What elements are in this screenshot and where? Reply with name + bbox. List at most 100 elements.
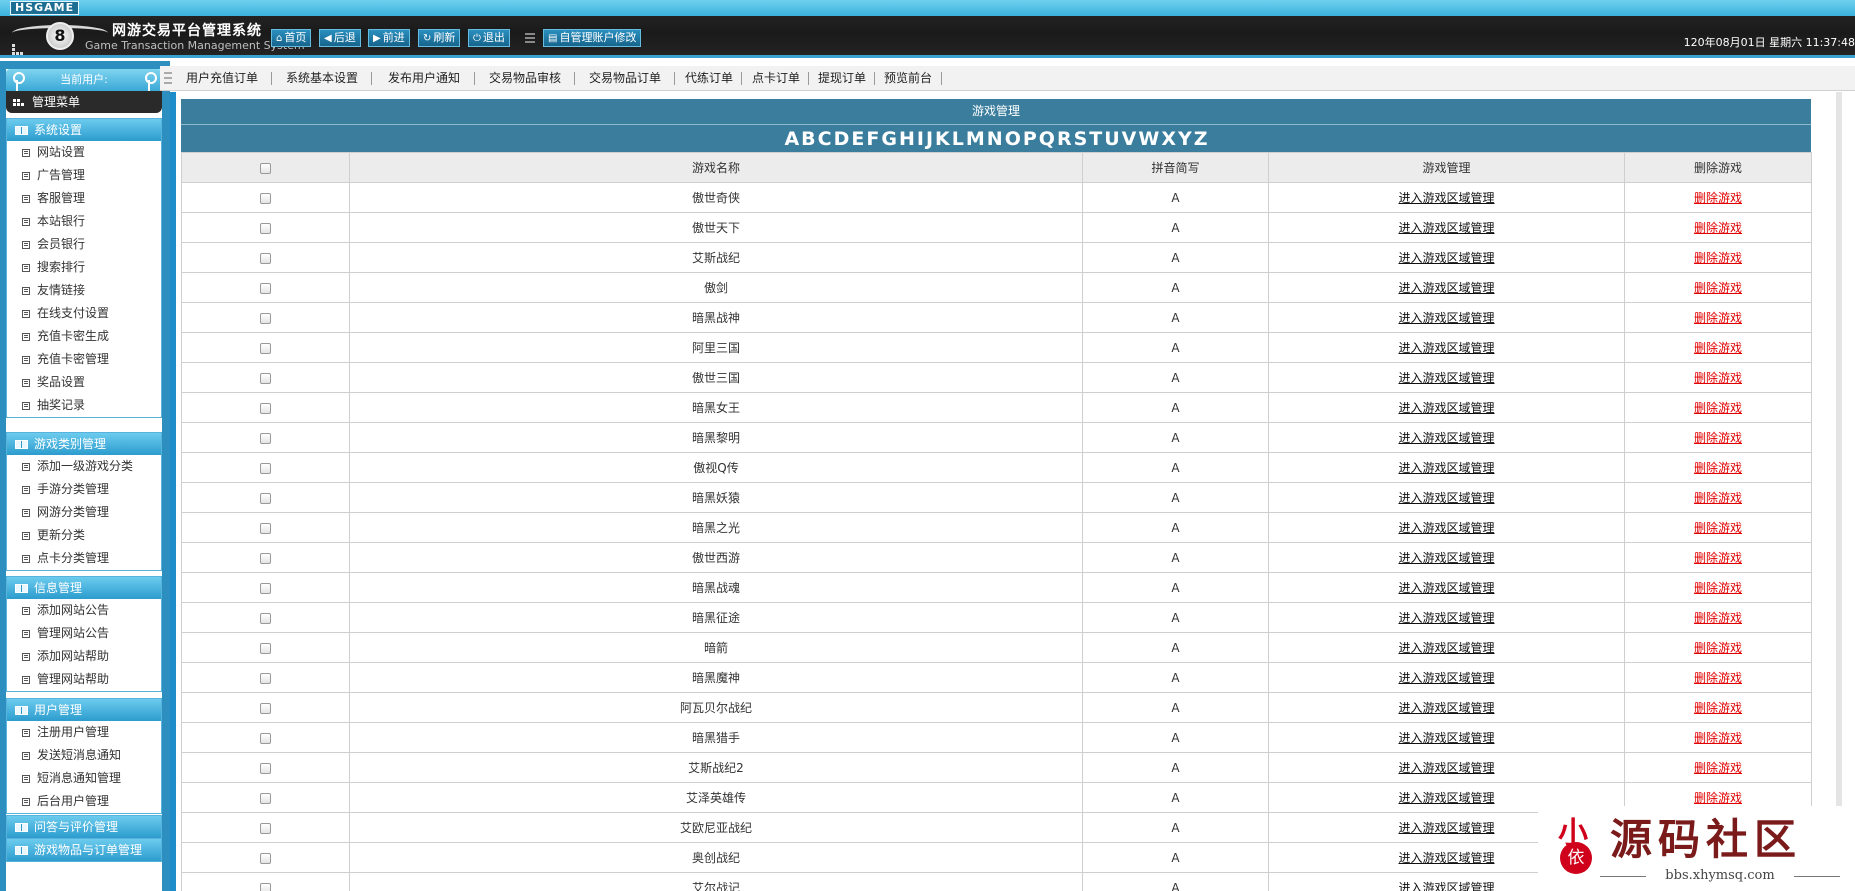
row-checkbox[interactable] (260, 852, 271, 864)
sidebar-item-manage-help[interactable]: 管理网站帮助 (7, 668, 161, 691)
manage-region-link[interactable]: 进入游戏区域管理 (1398, 881, 1494, 891)
tab-publish-notice[interactable]: 发布用户通知 (388, 66, 460, 90)
group-head-game-category[interactable]: 游戏类别管理 (7, 433, 161, 455)
row-checkbox[interactable] (260, 642, 271, 654)
alphabet-letter-b[interactable]: B (800, 128, 816, 150)
sidebar-item-site-bank[interactable]: 本站银行 (7, 210, 161, 233)
sidebar-item-registered-users[interactable]: 注册用户管理 (7, 721, 161, 744)
row-checkbox[interactable] (260, 732, 271, 744)
sidebar-item-add-notice[interactable]: 添加网站公告 (7, 599, 161, 622)
row-checkbox[interactable] (260, 492, 271, 504)
manage-region-link[interactable]: 进入游戏区域管理 (1398, 521, 1494, 535)
alphabet-letter-o[interactable]: O (1004, 128, 1022, 150)
forward-button[interactable]: ▶ 前进 (368, 29, 410, 47)
row-checkbox[interactable] (260, 402, 271, 414)
row-checkbox[interactable] (260, 582, 271, 594)
manage-region-link[interactable]: 进入游戏区域管理 (1398, 671, 1494, 685)
manage-region-link[interactable]: 进入游戏区域管理 (1398, 461, 1494, 475)
manage-region-link[interactable]: 进入游戏区域管理 (1398, 611, 1494, 625)
alphabet-letter-e[interactable]: E (850, 128, 865, 150)
delete-game-link[interactable]: 删除游戏 (1694, 251, 1742, 265)
sidebar-item-ad-management[interactable]: 广告管理 (7, 164, 161, 187)
group-head-info[interactable]: 信息管理 (7, 577, 161, 599)
manage-region-link[interactable]: 进入游戏区域管理 (1398, 851, 1494, 865)
sidebar-item-member-bank[interactable]: 会员银行 (7, 233, 161, 256)
delete-game-link[interactable]: 删除游戏 (1694, 671, 1742, 685)
delete-game-link[interactable]: 删除游戏 (1694, 791, 1742, 805)
tab-item-orders[interactable]: 交易物品订单 (589, 66, 661, 90)
tab-boosting-orders[interactable]: 代练订单 (685, 66, 733, 90)
alphabet-letter-m[interactable]: M (965, 128, 986, 150)
back-button[interactable]: ◀ 后退 (319, 29, 361, 47)
alphabet-letter-c[interactable]: C (817, 128, 833, 150)
manage-region-link[interactable]: 进入游戏区域管理 (1398, 641, 1494, 655)
tab-recharge-orders[interactable]: 用户充值订单 (186, 66, 258, 90)
sidebar-item-card-manage[interactable]: 充值卡密管理 (7, 348, 161, 371)
delete-game-link[interactable]: 删除游戏 (1694, 731, 1742, 745)
sidebar-item-card-generate[interactable]: 充值卡密生成 (7, 325, 161, 348)
row-checkbox[interactable] (260, 702, 271, 714)
alphabet-letter-y[interactable]: Y (1177, 128, 1193, 150)
row-checkbox[interactable] (260, 792, 271, 804)
sidebar-item-online-category[interactable]: 网游分类管理 (7, 501, 161, 524)
alphabet-letter-j[interactable]: J (925, 128, 934, 150)
manage-region-link[interactable]: 进入游戏区域管理 (1398, 251, 1494, 265)
row-checkbox[interactable] (260, 372, 271, 384)
account-settings-button[interactable]: ▤ 自管理账户修改 (543, 29, 642, 47)
sidebar-item-lottery-records[interactable]: 抽奖记录 (7, 394, 161, 417)
alphabet-letter-p[interactable]: P (1022, 128, 1038, 150)
row-checkbox[interactable] (260, 252, 271, 264)
alphabet-letter-k[interactable]: K (934, 128, 951, 150)
manage-region-link[interactable]: 进入游戏区域管理 (1398, 491, 1494, 505)
alphabet-letter-f[interactable]: F (865, 128, 880, 150)
alphabet-letter-x[interactable]: X (1160, 128, 1177, 150)
alphabet-letter-d[interactable]: D (833, 128, 851, 150)
manage-region-link[interactable]: 进入游戏区域管理 (1398, 791, 1494, 805)
alphabet-letter-z[interactable]: Z (1193, 128, 1209, 150)
manage-region-link[interactable]: 进入游戏区域管理 (1398, 191, 1494, 205)
delete-game-link[interactable]: 删除游戏 (1694, 701, 1742, 715)
alphabet-letter-l[interactable]: L (951, 128, 965, 150)
delete-game-link[interactable]: 删除游戏 (1694, 611, 1742, 625)
row-checkbox[interactable] (260, 552, 271, 564)
alphabet-letter-w[interactable]: W (1137, 128, 1160, 150)
sidebar-item-update-category[interactable]: 更新分类 (7, 524, 161, 547)
row-checkbox[interactable] (260, 432, 271, 444)
sidebar-item-site-settings[interactable]: 网站设置 (7, 141, 161, 164)
manage-region-link[interactable]: 进入游戏区域管理 (1398, 431, 1494, 445)
delete-game-link[interactable]: 删除游戏 (1694, 281, 1742, 295)
sidebar-item-friend-links[interactable]: 友情链接 (7, 279, 161, 302)
manage-region-link[interactable]: 进入游戏区域管理 (1398, 281, 1494, 295)
scrollbar-track[interactable] (1836, 92, 1842, 891)
delete-game-link[interactable]: 删除游戏 (1694, 491, 1742, 505)
delete-game-link[interactable]: 删除游戏 (1694, 461, 1742, 475)
sidebar-item-search-ranking[interactable]: 搜索排行 (7, 256, 161, 279)
manage-region-link[interactable]: 进入游戏区域管理 (1398, 581, 1494, 595)
row-checkbox[interactable] (260, 672, 271, 684)
manage-region-link[interactable]: 进入游戏区域管理 (1398, 551, 1494, 565)
row-checkbox[interactable] (260, 522, 271, 534)
logout-button[interactable]: ⏻ 退出 (468, 29, 510, 47)
select-all-checkbox[interactable] (260, 162, 271, 174)
row-checkbox[interactable] (260, 342, 271, 354)
row-checkbox[interactable] (260, 762, 271, 774)
delete-game-link[interactable]: 删除游戏 (1694, 221, 1742, 235)
sidebar-item-add-help[interactable]: 添加网站帮助 (7, 645, 161, 668)
alphabet-letter-h[interactable]: H (898, 128, 916, 150)
sidebar-item-online-payment[interactable]: 在线支付设置 (7, 302, 161, 325)
sidebar-item-add-category[interactable]: 添加一级游戏分类 (7, 455, 161, 478)
sidebar-item-card-category[interactable]: 点卡分类管理 (7, 547, 161, 570)
sidebar-item-send-message[interactable]: 发送短消息通知 (7, 744, 161, 767)
group-head-orders[interactable]: 游戏物品与订单管理 (7, 839, 161, 861)
refresh-button[interactable]: ↻ 刷新 (418, 29, 461, 47)
delete-game-link[interactable]: 删除游戏 (1694, 311, 1742, 325)
row-checkbox[interactable] (260, 822, 271, 834)
row-checkbox[interactable] (260, 222, 271, 234)
row-checkbox[interactable] (260, 282, 271, 294)
manage-region-link[interactable]: 进入游戏区域管理 (1398, 761, 1494, 775)
delete-game-link[interactable]: 删除游戏 (1694, 191, 1742, 205)
alphabet-letter-s[interactable]: S (1073, 128, 1089, 150)
delete-game-link[interactable]: 删除游戏 (1694, 551, 1742, 565)
sidebar-item-message-manage[interactable]: 短消息通知管理 (7, 767, 161, 790)
tab-item-review[interactable]: 交易物品审核 (489, 66, 561, 90)
